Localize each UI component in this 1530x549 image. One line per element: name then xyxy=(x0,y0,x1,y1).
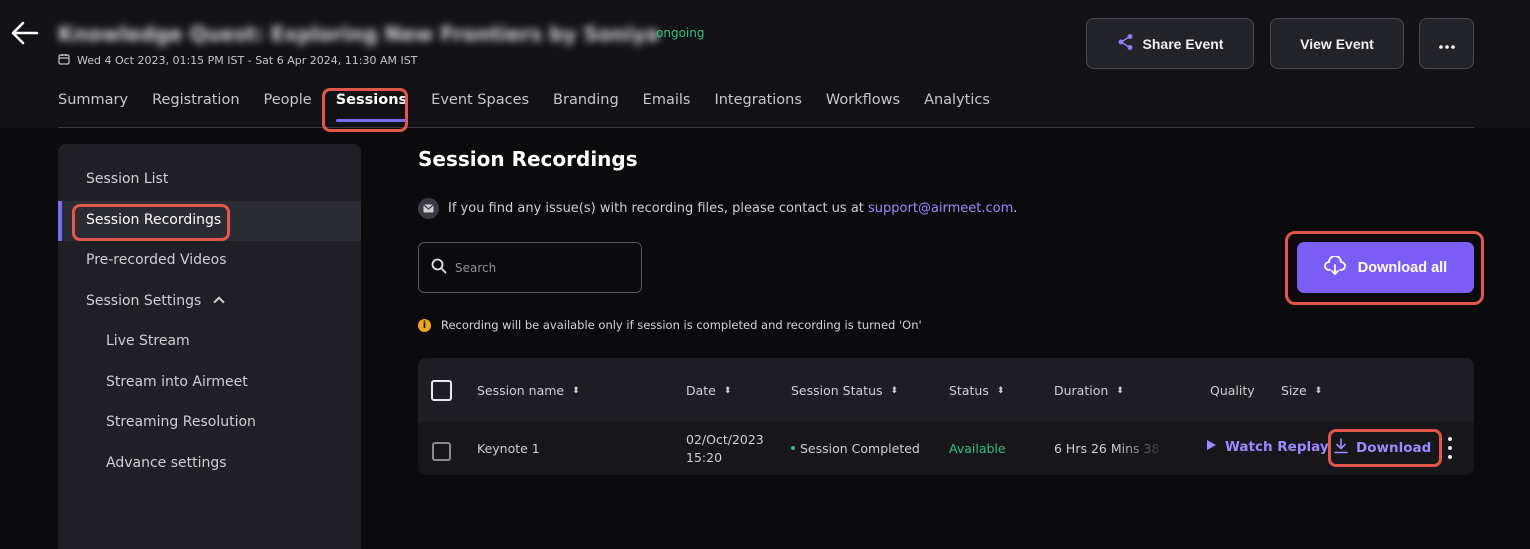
table-row: Keynote 1 02/Oct/2023 15:20 Session Comp… xyxy=(418,422,1474,475)
share-icon xyxy=(1117,33,1135,54)
column-header-duration[interactable]: Duration ⬍ xyxy=(1054,383,1124,398)
tab-emails[interactable]: Emails xyxy=(643,92,691,120)
sidebar-item-streaming-resolution[interactable]: Streaming Resolution xyxy=(106,414,256,430)
view-event-button[interactable]: View Event xyxy=(1270,18,1404,69)
sort-icon: ⬍ xyxy=(1314,385,1323,396)
mail-icon xyxy=(418,198,439,219)
sidebar-item-pre-recorded-videos[interactable]: Pre-recorded Videos xyxy=(86,252,227,268)
support-email-link[interactable]: support@airmeet.com xyxy=(868,201,1013,216)
watch-replay-label: Watch Replay xyxy=(1225,439,1329,455)
share-event-label: Share Event xyxy=(1142,35,1224,52)
status-dot-icon xyxy=(791,446,795,450)
event-date-range: Wed 4 Oct 2023, 01:15 PM IST - Sat 6 Apr… xyxy=(58,53,417,68)
select-all-checkbox[interactable] xyxy=(431,380,452,401)
download-icon xyxy=(1334,438,1348,458)
chevron-up-icon xyxy=(213,296,225,308)
sidebar-item-live-stream[interactable]: Live Stream xyxy=(106,333,190,349)
recordings-table: Session name ⬍ Date ⬍ Session Status ⬍ Stat… xyxy=(418,358,1474,475)
sort-icon: ⬍ xyxy=(723,385,732,396)
column-header-session-name[interactable]: Session name ⬍ xyxy=(477,383,580,398)
calendar-icon xyxy=(58,53,70,68)
sort-icon: ⬍ xyxy=(1116,385,1124,396)
row-checkbox[interactable] xyxy=(432,442,451,461)
support-info-text: If you find any issue(s) with recording … xyxy=(448,201,864,216)
recording-notice: i Recording will be available only if se… xyxy=(418,318,922,332)
recording-notice-text: Recording will be available only if sess… xyxy=(441,318,922,332)
tab-event-spaces[interactable]: Event Spaces xyxy=(431,92,529,120)
sidebar-item-session-recordings[interactable]: Session Recordings xyxy=(86,212,221,228)
top-bar: Knowledge Quest: Exploring New Frontiers… xyxy=(0,0,1530,128)
search-field[interactable] xyxy=(418,242,642,293)
sessions-sidebar: Session List Session Recordings Pre-reco… xyxy=(58,144,361,549)
sort-icon: ⬍ xyxy=(890,385,899,396)
page-title: Session Recordings xyxy=(418,147,638,171)
event-tabs: Summary Registration People Sessions Eve… xyxy=(58,92,1014,122)
sidebar-item-advance-settings[interactable]: Advance settings xyxy=(106,455,227,471)
date-line: 02/Oct/2023 xyxy=(686,432,764,447)
download-label: Download xyxy=(1356,440,1432,456)
column-header-date[interactable]: Date ⬍ xyxy=(686,383,731,398)
session-name-cell: Keynote 1 xyxy=(477,441,540,456)
event-title: Knowledge Quest: Exploring New Frontiers… xyxy=(58,22,660,46)
watch-replay-button[interactable]: Watch Replay xyxy=(1206,439,1329,455)
tab-branding[interactable]: Branding xyxy=(553,92,619,120)
download-all-button[interactable]: Download all xyxy=(1297,242,1474,293)
sort-icon: ⬍ xyxy=(572,385,580,396)
play-icon xyxy=(1206,439,1217,455)
tab-registration[interactable]: Registration xyxy=(152,92,239,120)
view-event-label: View Event xyxy=(1300,35,1374,52)
sidebar-item-session-settings[interactable]: Session Settings xyxy=(86,293,225,309)
share-event-button[interactable]: Share Event xyxy=(1086,18,1254,69)
session-status-cell: Session Completed xyxy=(791,441,920,456)
row-more-options-icon[interactable] xyxy=(1445,437,1455,459)
sidebar-item-label: Session Settings xyxy=(86,293,202,309)
sidebar-active-indicator xyxy=(58,201,62,241)
support-info-suffix: . xyxy=(1013,201,1018,216)
download-all-label: Download all xyxy=(1357,259,1448,276)
sidebar-item-session-list[interactable]: Session List xyxy=(86,171,168,187)
tab-integrations[interactable]: Integrations xyxy=(714,92,801,120)
cloud-download-icon xyxy=(1323,254,1346,280)
search-input[interactable] xyxy=(455,260,625,275)
column-header-session-status[interactable]: Session Status ⬍ xyxy=(791,383,898,398)
more-horizontal-icon xyxy=(1438,36,1455,52)
back-arrow-icon[interactable] xyxy=(10,20,40,46)
table-header: Session name ⬍ Date ⬍ Session Status ⬍ Stat… xyxy=(418,358,1474,422)
tab-sessions[interactable]: Sessions xyxy=(335,92,408,122)
search-icon xyxy=(431,258,447,278)
more-options-button[interactable] xyxy=(1419,18,1474,69)
sidebar-item-stream-into-airmeet[interactable]: Stream into Airmeet xyxy=(106,374,248,390)
sort-icon: ⬍ xyxy=(996,385,1005,396)
date-cell: 02/Oct/2023 15:20 xyxy=(686,431,764,467)
event-status-badge: ongoing xyxy=(656,26,705,40)
column-header-size[interactable]: Size ⬍ xyxy=(1281,383,1322,398)
column-header-status[interactable]: Status ⬍ xyxy=(949,383,1004,398)
duration-cell: 6 Hrs 26 Mins 38 xyxy=(1054,441,1160,456)
download-button[interactable]: Download xyxy=(1334,438,1431,458)
tab-workflows[interactable]: Workflows xyxy=(826,92,900,120)
tab-analytics[interactable]: Analytics xyxy=(924,92,990,120)
support-info: If you find any issue(s) with recording … xyxy=(418,198,1017,219)
event-date-text: Wed 4 Oct 2023, 01:15 PM IST - Sat 6 Apr… xyxy=(77,54,418,67)
info-warning-icon: i xyxy=(418,318,431,332)
availability-cell: Available xyxy=(949,441,1006,456)
session-status-text: Session Completed xyxy=(800,441,920,456)
tab-people[interactable]: People xyxy=(264,92,312,120)
time-line: 15:20 xyxy=(686,450,723,465)
tab-summary[interactable]: Summary xyxy=(58,92,128,120)
column-header-quality: Quality xyxy=(1210,383,1255,398)
tabs-divider xyxy=(58,127,1474,128)
